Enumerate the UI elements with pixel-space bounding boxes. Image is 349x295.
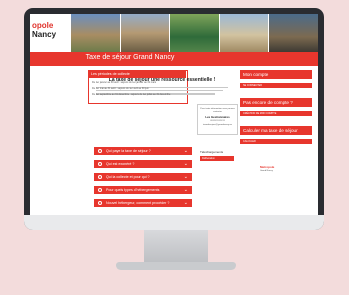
chevron-down-icon: ⌄ [183,174,188,180]
chevron-down-icon: ⌄ [183,200,188,206]
logo-line2: Nancy [32,30,57,39]
accordion-label: Qui la collecte et pour qui ? [106,175,150,179]
create-account-button[interactable]: CRÉATION DE MON COMPTE [240,111,312,116]
photo-banner [70,14,318,52]
question-icon [98,149,102,154]
no-account-header: Pas encore de compte ? [240,98,312,107]
account-header: Mon compte [240,70,312,79]
accordion-item[interactable]: Qui la collecte et pour qui ? ⌄ [94,173,192,181]
contact-line: contacter [213,111,222,113]
main-content: La taxe de séjour une ressource essentie… [88,70,238,212]
calc-header: Calculer ma taxe de séjour [240,126,312,135]
chevron-down-icon: ⌄ [183,161,188,167]
contact-email[interactable]: taxedesejour@grandnancy.eu [199,124,236,127]
accordion-item[interactable]: Qui paye la taxe de séjour ? ⌄ [94,147,192,155]
download-button[interactable]: Délibération [200,156,234,161]
page-title-bar: Taxe de séjour Grand Nancy [30,52,318,66]
contact-name: Les Gestionnaires [205,115,230,119]
banner-photo [268,14,318,52]
banner-photo [218,14,269,52]
period-line: Du 1er mai au 31 août : séjours du 1er a… [92,87,149,90]
accordion-label: Pour quels types d'hébergements [106,188,160,192]
page-title: Taxe de séjour Grand Nancy [85,54,175,61]
accordion-item[interactable]: Pour quels types d'hébergements ⌄ [94,186,192,194]
monitor-chin [24,215,324,230]
contact-phone[interactable]: 03 83 91 83 91 [199,120,236,123]
monitor-frame: opole Nancy Taxe de séjour Grand Nancy L… [24,8,324,230]
chevron-down-icon: ⌄ [183,187,188,193]
period-line: Du 1er septembre au 31 décembre : séjour… [92,93,171,96]
question-icon [98,162,102,167]
sidebar: Mon compte SE CONNECTER Pas encore de co… [240,70,312,212]
footer-logo: Metropole Grand Nancy [260,165,278,173]
accordion-item[interactable]: Qui est exonéré ? ⌄ [94,160,192,168]
question-icon [98,201,102,206]
question-icon [98,175,102,180]
login-button[interactable]: SE CONNECTER [240,83,312,88]
question-icon [98,188,102,193]
calculate-button[interactable]: CALCULER [240,139,312,144]
banner-photo [169,14,219,52]
banner-photo [70,14,120,52]
accordion-item[interactable]: Nouvel hébergeur, comment procéder ? ⌄ [94,199,192,207]
monitor-base [116,262,236,270]
logo-line1: opole [32,21,54,30]
accordion-label: Nouvel hébergeur, comment procéder ? [106,201,170,205]
contact-box: Pour toute information vous pouvez conta… [197,104,238,135]
chevron-down-icon: ⌄ [183,148,188,154]
footer-logo-line2: Grand Nancy [260,169,273,172]
accordion-label: Qui paye la taxe de séjour ? [106,149,151,153]
periods-title: Les périodes de collecte [88,70,186,78]
banner-photo [119,14,170,52]
accordion-label: Qui est exonéré ? [106,162,135,166]
screen: opole Nancy Taxe de séjour Grand Nancy L… [30,14,318,215]
downloads-title: Téléchargements [200,150,224,154]
period-line: Du 1er janvier au 30 avril : séjours du … [92,81,157,84]
logo[interactable]: opole Nancy [30,14,70,52]
